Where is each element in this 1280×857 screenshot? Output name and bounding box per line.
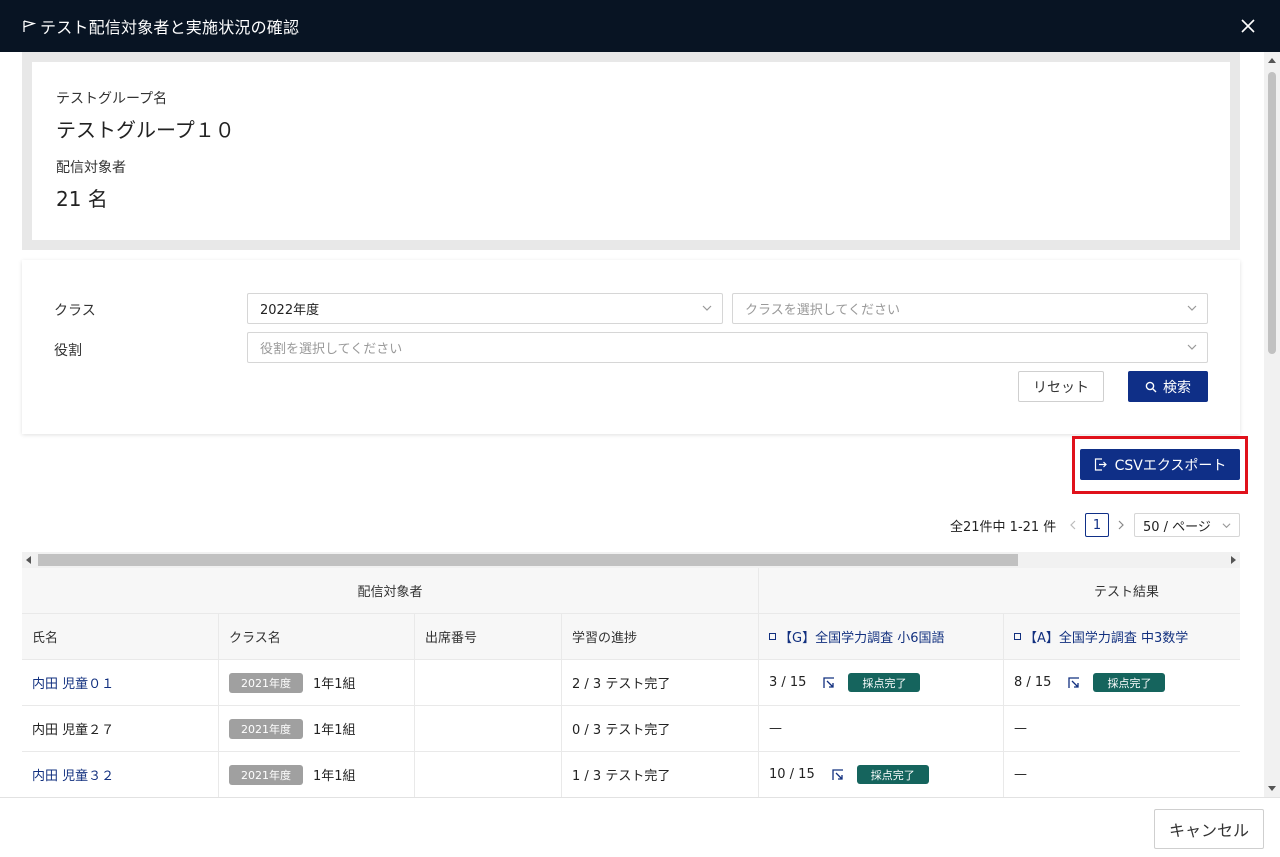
group-header-results: テスト結果 [759, 568, 1240, 614]
modal-body: テストグループ名 テストグループ１０ 配信対象者 21 名 クラス 2022年度… [0, 52, 1264, 797]
score-value: 8 / 15 [1014, 675, 1052, 690]
target-count-value: 21 名 [56, 187, 108, 211]
year-select-value: 2022年度 [260, 303, 320, 318]
csv-export-label: CSVエクスポート [1114, 457, 1227, 474]
column-header-class[interactable]: クラス名 [219, 614, 415, 660]
table-row-1-test-g: 3 / 15 採点完了 [759, 660, 1004, 706]
chevron-right-icon [1118, 520, 1124, 530]
filter-panel: クラス 2022年度 クラスを選択してください 役割 役割を選択してください リ… [22, 260, 1240, 434]
pager-summary: 全21件中 1-21 件 [950, 519, 1057, 535]
pager-page-1[interactable]: 1 [1085, 513, 1109, 537]
chevron-down-icon [1222, 523, 1231, 529]
status-badge: 採点完了 [856, 765, 929, 784]
chevron-down-icon [1187, 344, 1197, 350]
page-size-value: 50 / ページ [1143, 519, 1211, 535]
flag-icon [23, 20, 36, 32]
table-row-2-progress: 0 / 3 テスト完了 [562, 706, 759, 752]
open-result-icon[interactable] [822, 676, 836, 690]
class-select[interactable]: クラスを選択してください [732, 293, 1208, 324]
group-name-label: テストグループ名 [56, 91, 168, 107]
search-button-label: 検索 [1163, 379, 1191, 396]
table-row-3-name[interactable]: 内田 児童３２ [22, 752, 219, 797]
class-filter-label: クラス [54, 303, 96, 319]
scroll-left-arrow-icon[interactable] [26, 556, 31, 564]
column-header-attendance[interactable]: 出席番号 [415, 614, 562, 660]
class-name: 1年1組 [313, 769, 356, 784]
group-info-card: テストグループ名 テストグループ１０ 配信対象者 21 名 [32, 62, 1230, 240]
year-badge: 2021年度 [229, 718, 303, 739]
role-select-placeholder: 役割を選択してください [260, 342, 403, 357]
table-row-3-class: 2021年度 1年1組 [219, 752, 415, 797]
scroll-right-arrow-icon[interactable] [1231, 556, 1236, 564]
table-row-2-name: 内田 児童２７ [22, 706, 219, 752]
group-header-results-label: テスト結果 [1094, 585, 1160, 600]
role-filter-label: 役割 [54, 343, 82, 359]
table-row-2-attendance [415, 706, 562, 752]
horizontal-scroll-thumb[interactable] [38, 554, 1018, 566]
test-a-link[interactable]: 【A】全国学力調査 中3数学 [1024, 627, 1188, 646]
group-header-targets: 配信対象者 [22, 568, 759, 614]
modal-footer: キャンセル [0, 797, 1280, 857]
vertical-scroll-thumb[interactable] [1268, 72, 1276, 354]
chevron-left-icon [1070, 520, 1076, 530]
target-count-label: 配信対象者 [56, 160, 126, 176]
score-value: 10 / 15 [769, 767, 815, 782]
close-icon[interactable] [1236, 14, 1260, 38]
table-horizontal-scrollbar[interactable] [22, 552, 1240, 568]
modal-title: テスト配信対象者と実施状況の確認 [40, 18, 300, 37]
group-info-panel: テストグループ名 テストグループ１０ 配信対象者 21 名 [22, 52, 1240, 250]
search-icon [1145, 381, 1157, 392]
class-select-placeholder: クラスを選択してください [745, 303, 900, 318]
table-row-3-test-g: 10 / 15 採点完了 [759, 752, 1004, 797]
table-row-1-class: 2021年度 1年1組 [219, 660, 415, 706]
csv-export-button[interactable]: CSVエクスポート [1080, 449, 1240, 480]
test-g-link[interactable]: 【G】全国学力調査 小6国語 [779, 627, 944, 646]
role-select[interactable]: 役割を選択してください [247, 332, 1208, 363]
class-name: 1年1組 [313, 723, 356, 738]
scroll-up-arrow-icon[interactable] [1268, 58, 1276, 63]
results-table: 配信対象者 テスト結果 氏名 クラス名 出席番号 学習の進捗 【G】全国学力調査… [22, 568, 1240, 797]
status-badge: 採点完了 [848, 673, 921, 692]
year-select[interactable]: 2022年度 [247, 293, 723, 324]
column-header-test-g[interactable]: 【G】全国学力調査 小6国語 [759, 614, 1004, 660]
table-row-2-test-g: — [759, 706, 1004, 752]
chevron-down-icon [1187, 305, 1197, 311]
cancel-button[interactable]: キャンセル [1154, 809, 1264, 849]
checkbox-icon [769, 633, 776, 640]
group-name-value: テストグループ１０ [56, 118, 235, 142]
class-name: 1年1組 [313, 677, 356, 692]
modal-titlebar: テスト配信対象者と実施状況の確認 [0, 0, 1280, 52]
pager-prev-button[interactable] [1066, 516, 1080, 534]
column-header-name[interactable]: 氏名 [22, 614, 219, 660]
student-name-link[interactable]: 内田 児童３２ [32, 765, 114, 784]
status-badge: 採点完了 [1093, 673, 1166, 692]
reset-button[interactable]: リセット [1018, 371, 1104, 402]
year-badge: 2021年度 [229, 672, 303, 693]
checkbox-icon [1014, 633, 1021, 640]
year-badge: 2021年度 [229, 764, 303, 785]
table-row-3-progress: 1 / 3 テスト完了 [562, 752, 759, 797]
table-row-1-attendance [415, 660, 562, 706]
page-size-select[interactable]: 50 / ページ [1134, 513, 1240, 537]
table-row-1-test-a: 8 / 15 採点完了 [1004, 660, 1240, 706]
search-button[interactable]: 検索 [1128, 371, 1208, 402]
column-header-progress[interactable]: 学習の進捗 [562, 614, 759, 660]
score-value: 3 / 15 [769, 675, 807, 690]
open-result-icon[interactable] [1067, 676, 1081, 690]
table-row-3-test-a: — [1004, 752, 1240, 797]
table-row-3-attendance [415, 752, 562, 797]
table-row-1-name[interactable]: 内田 児童０１ [22, 660, 219, 706]
table-row-2-test-a: — [1004, 706, 1240, 752]
table-row-1-progress: 2 / 3 テスト完了 [562, 660, 759, 706]
open-result-icon[interactable] [831, 768, 845, 782]
table-row-2-class: 2021年度 1年1組 [219, 706, 415, 752]
column-header-test-a[interactable]: 【A】全国学力調査 中3数学 [1004, 614, 1240, 660]
chevron-down-icon [702, 305, 712, 311]
pager-next-button[interactable] [1114, 516, 1128, 534]
scroll-down-arrow-icon[interactable] [1268, 786, 1276, 791]
student-name-link[interactable]: 内田 児童０１ [32, 673, 114, 692]
vertical-scrollbar[interactable] [1264, 52, 1280, 797]
export-icon [1094, 458, 1107, 471]
